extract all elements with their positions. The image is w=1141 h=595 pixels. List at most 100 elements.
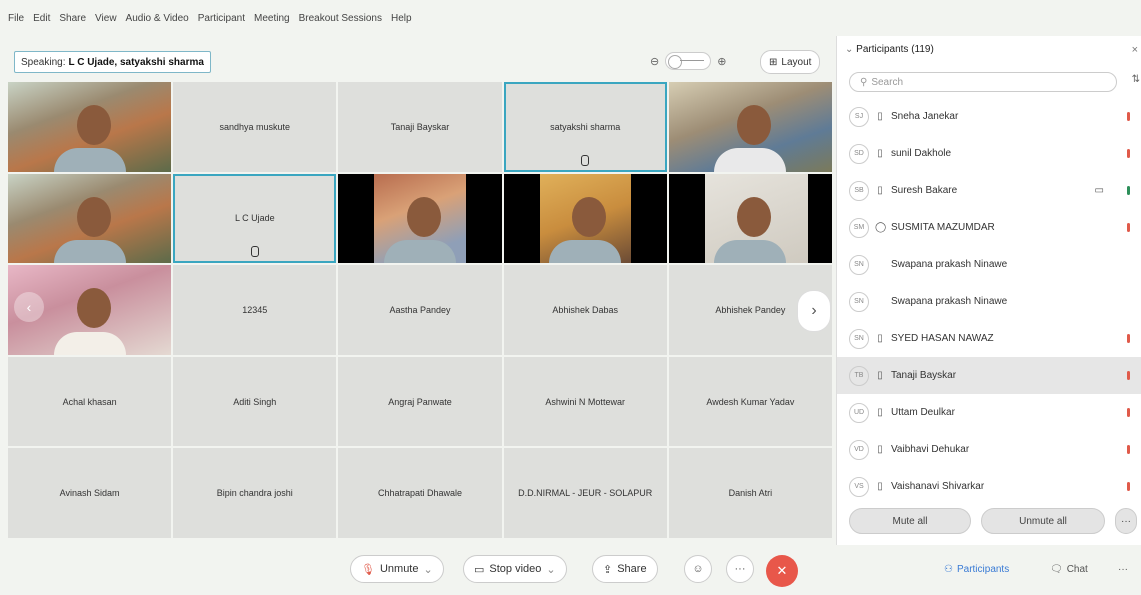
participant-name: Danish Atri xyxy=(728,488,773,499)
chevron-down-icon[interactable]: ⌄ xyxy=(546,563,555,576)
close-icon[interactable]: × xyxy=(1132,44,1138,56)
menu-item[interactable]: Meeting xyxy=(254,13,290,24)
mic-active-icon[interactable] xyxy=(1127,186,1130,195)
menu-item[interactable]: Breakout Sessions xyxy=(299,13,382,24)
participant-tile[interactable]: Aastha Pandey xyxy=(338,265,502,355)
sort-icon[interactable]: ⇅ xyxy=(1132,74,1140,85)
participant-tile[interactable] xyxy=(668,173,832,264)
previous-page-button[interactable]: ‹ xyxy=(14,292,44,322)
unmute-label: Unmute xyxy=(379,563,419,575)
participant-tile[interactable] xyxy=(8,173,172,264)
chevron-right-icon: › xyxy=(811,302,817,319)
mute-all-button[interactable]: Mute all xyxy=(849,508,971,534)
menu-item[interactable]: Help xyxy=(391,13,412,24)
zoom-slider-knob[interactable] xyxy=(668,55,683,69)
participant-name: sandhya muskute xyxy=(219,121,291,132)
participant-tile[interactable]: satyakshi sharma xyxy=(503,82,667,172)
participant-list: SJ ▯ Sneha Janekar SD ▯ sunil Dakhole SB ▯ Sures… xyxy=(837,98,1141,505)
participant-tile[interactable]: sandhya muskute xyxy=(173,82,337,172)
avatar: SJ xyxy=(849,106,869,127)
menu-item[interactable]: Participant xyxy=(198,13,245,24)
mic-muted-icon[interactable] xyxy=(1127,149,1130,158)
participant-row[interactable]: UD ▯ Uttam Deulkar xyxy=(837,394,1141,431)
participant-tile[interactable] xyxy=(668,82,832,172)
more-options-button[interactable]: ··· xyxy=(1115,508,1137,534)
participant-tile[interactable]: Avinash Sidam xyxy=(8,448,172,538)
participants-button[interactable]: ⚇ Participants xyxy=(944,555,1009,583)
participant-tile[interactable]: Angraj Panwate xyxy=(338,356,502,447)
mic-muted-icon[interactable] xyxy=(1127,334,1130,343)
zoom-out-icon[interactable]: ⊖ xyxy=(650,55,659,68)
participant-tile[interactable]: Achal khasan xyxy=(8,356,172,447)
phone-icon: ▯ xyxy=(877,333,883,344)
participant-tile[interactable]: Bipin chandra joshi xyxy=(173,448,337,538)
participant-row[interactable]: SM ◯ SUSMITA MAZUMDAR xyxy=(837,209,1141,246)
participant-tile[interactable]: D.D.NIRMAL - JEUR - SOLAPUR xyxy=(503,448,667,538)
meeting-toolbar: Speaking: L C Ujade, satyakshi sharma ⊖ … xyxy=(0,46,832,74)
participant-row[interactable]: SN Swapana prakash Ninawe xyxy=(837,283,1141,320)
participant-search-input[interactable]: ⚲ Search xyxy=(849,72,1117,92)
participant-tile[interactable]: Ashwini N Mottewar xyxy=(503,356,667,447)
mic-muted-icon[interactable] xyxy=(1127,112,1130,121)
participant-tile[interactable] xyxy=(503,173,667,264)
menu-item[interactable]: View xyxy=(95,13,117,24)
participant-tile[interactable]: Chhatrapati Dhawale xyxy=(338,448,502,538)
unmute-button[interactable]: 🎙︎ Unmute ⌄ xyxy=(350,555,444,583)
panel-more-button[interactable]: ··· xyxy=(1118,555,1128,583)
stop-video-button[interactable]: ▭ Stop video ⌄ xyxy=(463,555,567,583)
more-options-button[interactable]: ··· xyxy=(726,555,754,583)
participant-tile[interactable]: Tanaji Bayskar xyxy=(338,82,502,172)
end-meeting-button[interactable]: ✕ xyxy=(766,555,798,587)
participant-row[interactable]: SN Swapana prakash Ninawe xyxy=(837,246,1141,283)
mic-muted-icon[interactable] xyxy=(1127,408,1130,417)
mic-muted-icon[interactable] xyxy=(1127,223,1130,232)
chevron-down-icon[interactable]: ⌄ xyxy=(424,563,433,576)
participant-tile[interactable]: Aditi Singh xyxy=(173,356,337,447)
menu-item[interactable]: Edit xyxy=(33,13,50,24)
mic-muted-icon[interactable] xyxy=(1127,445,1130,454)
share-icon: ⇪ xyxy=(603,563,613,576)
participant-tile[interactable]: 12345 xyxy=(173,265,337,355)
mic-muted-icon[interactable] xyxy=(1127,371,1130,380)
participant-name: Bipin chandra joshi xyxy=(216,488,293,499)
layout-label: Layout xyxy=(781,56,812,68)
chat-button[interactable]: 🗨︎ Chat xyxy=(1050,555,1088,583)
mic-muted-icon[interactable] xyxy=(1127,482,1130,491)
participant-tile[interactable]: Danish Atri xyxy=(668,448,832,538)
reactions-button[interactable]: ☺ xyxy=(684,555,712,583)
participant-name: Abhishek Dabas xyxy=(552,304,618,315)
menu-item[interactable]: Share xyxy=(59,13,86,24)
unmute-all-button[interactable]: Unmute all xyxy=(981,508,1105,534)
zoom-in-icon[interactable]: ⊕ xyxy=(717,55,726,68)
share-button[interactable]: ⇪ Share xyxy=(592,555,658,583)
participant-video-body xyxy=(53,331,126,355)
participant-row[interactable]: SB ▯ Suresh Bakare ▭ xyxy=(837,172,1141,209)
layout-button[interactable]: ⊞ Layout xyxy=(760,50,821,74)
participant-name: Uttam Deulkar xyxy=(891,407,955,418)
menu-item[interactable]: File xyxy=(8,13,24,24)
smiley-icon: ☺ xyxy=(692,563,704,575)
zoom-slider[interactable] xyxy=(665,52,712,70)
next-page-button[interactable]: › xyxy=(797,290,831,332)
phone-icon: ▯ xyxy=(877,148,883,159)
participant-row[interactable]: SJ ▯ Sneha Janekar xyxy=(837,98,1141,135)
participant-row[interactable]: VS ▯ Vaishanavi Shivarkar xyxy=(837,468,1141,505)
participant-tile[interactable] xyxy=(8,82,172,172)
panel-header[interactable]: ⌄ Participants (119) xyxy=(845,44,934,55)
menu-item[interactable]: Audio & Video xyxy=(126,13,189,24)
participant-tile[interactable]: Abhishek Dabas xyxy=(503,265,667,355)
participant-name: Suresh Bakare xyxy=(891,185,958,196)
participant-name: 12345 xyxy=(242,304,268,315)
participant-row[interactable]: VD ▯ Vaibhavi Dehukar xyxy=(837,431,1141,468)
participant-video-body xyxy=(714,148,787,172)
participant-video-silhouette xyxy=(76,105,111,146)
participant-row[interactable]: TB ▯ Tanaji Bayskar xyxy=(837,357,1141,394)
participant-row[interactable]: SD ▯ sunil Dakhole xyxy=(837,135,1141,172)
participant-row[interactable]: SN ▯ SYED HASAN NAWAZ xyxy=(837,320,1141,357)
avatar: VS xyxy=(849,476,869,497)
chevron-down-icon[interactable]: ⌄ xyxy=(845,44,853,55)
participant-tile[interactable]: Awdesh Kumar Yadav xyxy=(668,356,832,447)
participant-tile[interactable] xyxy=(338,173,502,264)
participant-tile[interactable]: L C Ujade xyxy=(173,173,337,264)
participant-video-body xyxy=(714,239,787,264)
